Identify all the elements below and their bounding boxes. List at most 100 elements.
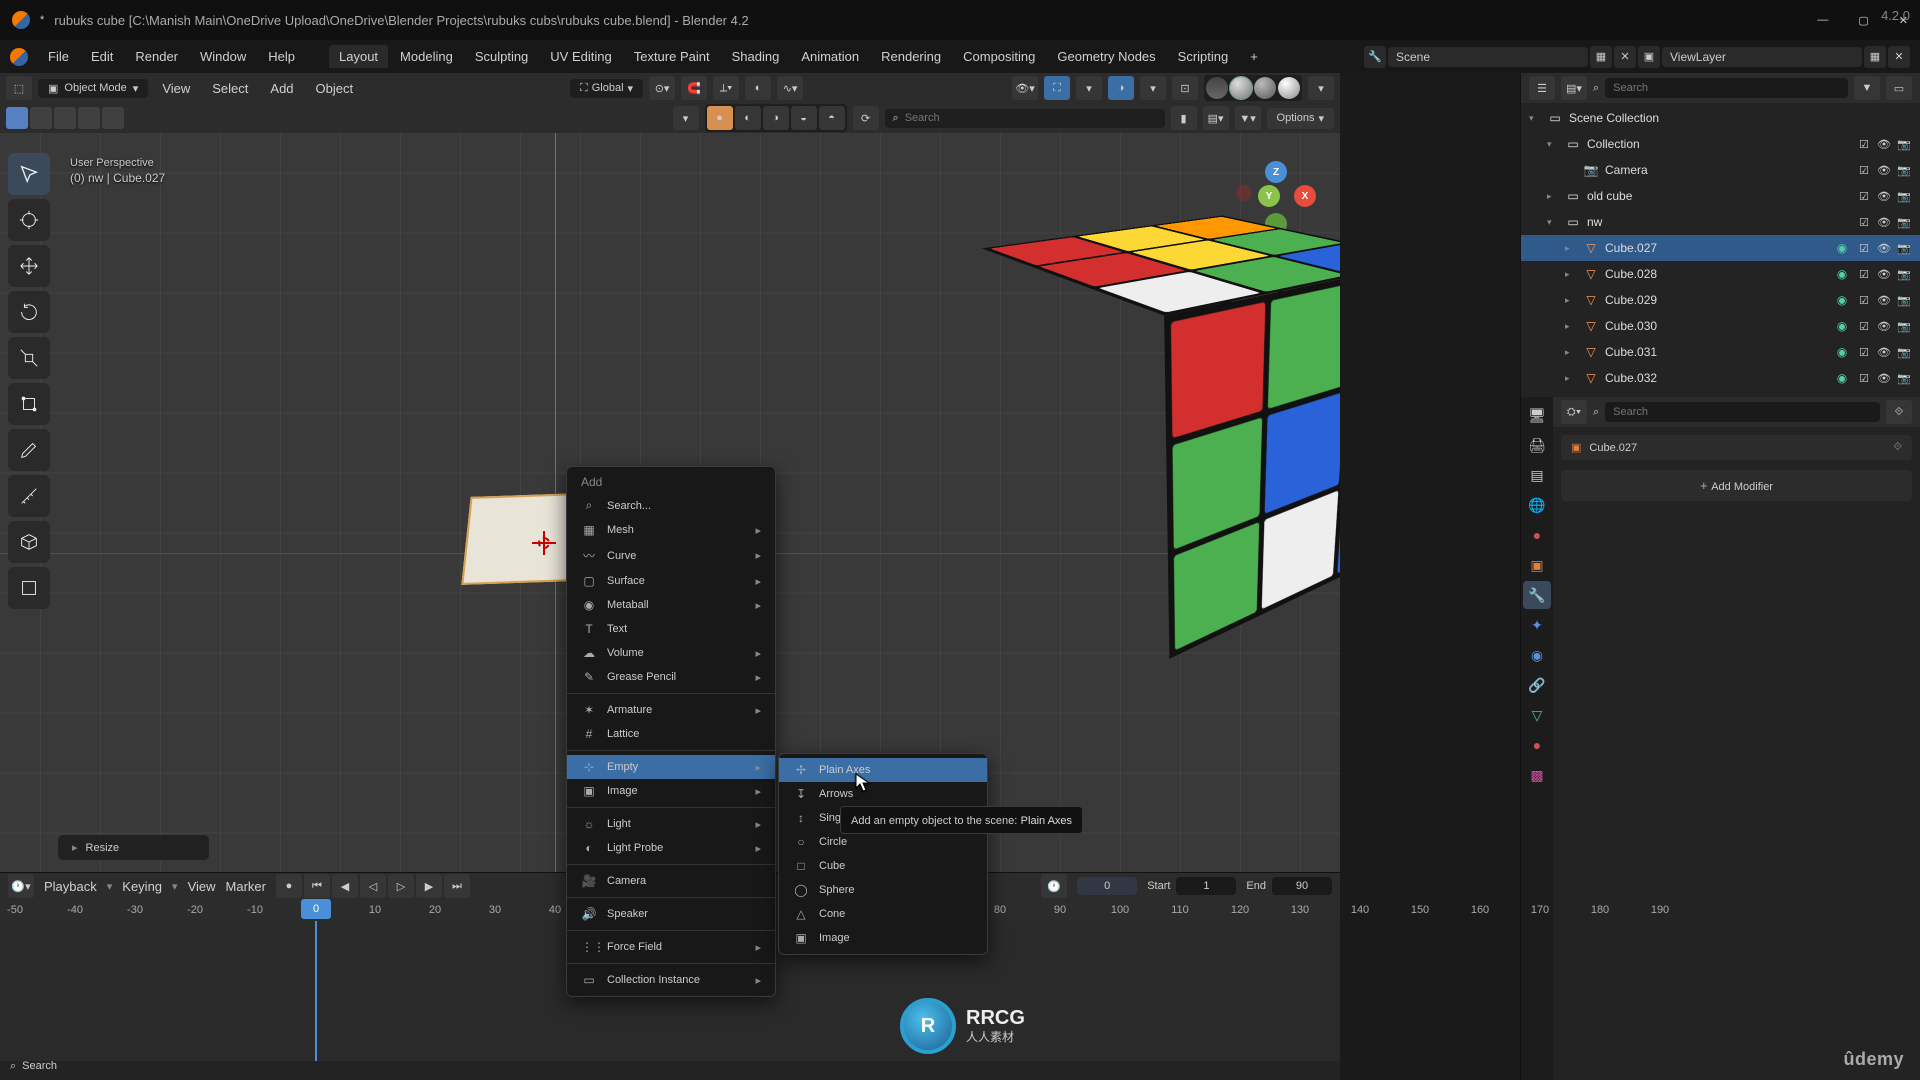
viewlayer-new[interactable]: ▦ xyxy=(1864,46,1886,68)
add-light-probe[interactable]: ◐Light Probe▸ xyxy=(567,836,775,860)
toggle-exclude[interactable]: ☑ xyxy=(1856,138,1872,151)
gizmo-y[interactable]: Y xyxy=(1258,185,1280,207)
empty-plain-axes[interactable]: ✢Plain Axes xyxy=(779,758,987,782)
tree-cube-032[interactable]: ▸▽Cube.032◉☑👁📷 xyxy=(1521,365,1920,391)
blender-menu-icon[interactable] xyxy=(10,48,28,66)
tree-collection[interactable]: ▾▭Collection☑👁📷 xyxy=(1521,131,1920,157)
tree-old-cube[interactable]: ▸▭old cube☑👁📷 xyxy=(1521,183,1920,209)
toggle-viewport[interactable]: 👁 xyxy=(1876,164,1892,177)
ws-modeling[interactable]: Modeling xyxy=(390,45,463,68)
asset-filter-1[interactable]: ● xyxy=(707,106,733,130)
add-menu-search[interactable]: ⌕Search... xyxy=(567,493,775,518)
add-volume[interactable]: ☁Volume▸ xyxy=(567,641,775,665)
gizmo-z[interactable]: Z xyxy=(1265,161,1287,183)
tree-scene-collection[interactable]: ▾▭ Scene Collection xyxy=(1521,105,1920,131)
toggle-viewport[interactable]: 👁 xyxy=(1876,242,1892,255)
ptab-render[interactable]: 🖥 xyxy=(1523,401,1551,429)
ws-compositing[interactable]: Compositing xyxy=(953,45,1045,68)
toggle-viewport[interactable]: 👁 xyxy=(1876,372,1892,385)
ws-animation[interactable]: Animation xyxy=(791,45,869,68)
sel-mode-5[interactable] xyxy=(102,107,124,129)
ws-scripting[interactable]: Scripting xyxy=(1168,45,1239,68)
scene-new[interactable]: ▦ xyxy=(1590,46,1612,68)
shading-rendered[interactable] xyxy=(1278,77,1300,99)
start-frame-input[interactable] xyxy=(1176,877,1236,895)
toggle-exclude[interactable]: ☑ xyxy=(1856,372,1872,385)
statusbar-search[interactable]: Search xyxy=(22,1060,57,1072)
empty-cube[interactable]: □Cube xyxy=(779,854,987,878)
outliner-type-icon[interactable]: ☰ xyxy=(1529,76,1555,100)
orientation-dropdown[interactable]: ⛶ Global ▾ xyxy=(570,79,643,98)
tl-menu-playback[interactable]: Playback xyxy=(44,879,97,894)
vp-menu-view[interactable]: View xyxy=(154,79,198,98)
empty-arrows[interactable]: ↧Arrows xyxy=(779,782,987,806)
active-object-row[interactable]: ▣ Cube.027 ⟐ xyxy=(1561,435,1912,460)
sel-mode-3[interactable] xyxy=(54,107,76,129)
tool-rotate[interactable] xyxy=(8,291,50,333)
toggle-exclude[interactable]: ☑ xyxy=(1856,216,1872,229)
scene-browse-icon[interactable]: 🔧 xyxy=(1364,46,1386,68)
gizmo-toggle[interactable]: ⛶ xyxy=(1044,76,1070,100)
toggle-render[interactable]: 📷 xyxy=(1896,216,1912,229)
toggle-render[interactable]: 📷 xyxy=(1896,190,1912,203)
end-frame-input[interactable] xyxy=(1272,877,1332,895)
menu-render[interactable]: Render xyxy=(125,45,188,68)
shading-solid[interactable] xyxy=(1230,77,1252,99)
viewport-search[interactable]: ⌕ xyxy=(885,109,1165,128)
options-dropdown[interactable]: Options ▾ xyxy=(1267,108,1334,129)
toggle-exclude[interactable]: ☑ xyxy=(1856,164,1872,177)
outliner-filter-icon[interactable]: ▼ xyxy=(1854,76,1880,100)
ptab-output[interactable]: 🖨 xyxy=(1523,431,1551,459)
ws-rendering[interactable]: Rendering xyxy=(871,45,951,68)
window-minimize[interactable]: — xyxy=(1817,14,1828,27)
timeline-type-icon[interactable]: 🕐▾ xyxy=(8,874,34,898)
tool-annotate[interactable] xyxy=(8,429,50,471)
asset-filter-4[interactable]: ◒ xyxy=(791,106,817,130)
props-pin-icon[interactable]: ⟐ xyxy=(1886,400,1912,424)
shading-matprev[interactable] xyxy=(1254,77,1276,99)
tl-menu-marker[interactable]: Marker xyxy=(226,879,266,894)
tool-select-box[interactable] xyxy=(8,153,50,195)
bookmark-icon[interactable]: ▮ xyxy=(1171,106,1197,130)
add-light[interactable]: ☼Light▸ xyxy=(567,812,775,836)
vp-menu-object[interactable]: Object xyxy=(308,79,362,98)
tl-menu-view[interactable]: View xyxy=(188,879,216,894)
add-surface[interactable]: ▢Surface▸ xyxy=(567,569,775,593)
toggle-render[interactable]: 📷 xyxy=(1896,164,1912,177)
scene-name-input[interactable] xyxy=(1396,50,1516,64)
outliner-new-coll-icon[interactable]: ▭ xyxy=(1886,76,1912,100)
asset-filter-2[interactable]: ◐ xyxy=(735,106,761,130)
asset-filter-3[interactable]: ◑ xyxy=(763,106,789,130)
tool-move[interactable] xyxy=(8,245,50,287)
add-metaball[interactable]: ◉Metaball▸ xyxy=(567,593,775,617)
toggle-render[interactable]: 📷 xyxy=(1896,294,1912,307)
current-frame-input[interactable] xyxy=(1077,877,1137,895)
overlay-dropdown[interactable]: ▾ xyxy=(1140,76,1166,100)
add-camera[interactable]: 🎥Camera xyxy=(567,869,775,893)
ptab-mesh[interactable]: ▽ xyxy=(1523,701,1551,729)
toggle-viewport[interactable]: 👁 xyxy=(1876,268,1892,281)
snap-dropdown[interactable]: ⟂▾ xyxy=(713,76,739,100)
asset-lib-icon[interactable]: ▤▾ xyxy=(1203,106,1229,130)
scene-field[interactable] xyxy=(1388,47,1588,67)
shading-wireframe[interactable] xyxy=(1206,77,1228,99)
tool-cursor[interactable] xyxy=(8,199,50,241)
add-empty[interactable]: ⊹Empty▸ xyxy=(567,755,775,779)
ptab-viewlayer[interactable]: ▤ xyxy=(1523,461,1551,489)
toggle-viewport[interactable]: 👁 xyxy=(1876,190,1892,203)
add-mesh[interactable]: ▦Mesh▸ xyxy=(567,518,775,542)
viewlayer-input[interactable] xyxy=(1670,50,1790,64)
propedit-toggle[interactable]: ◐ xyxy=(745,76,771,100)
toggle-render[interactable]: 📷 xyxy=(1896,138,1912,151)
refresh-icon[interactable]: ⟳ xyxy=(853,106,879,130)
menu-help[interactable]: Help xyxy=(258,45,305,68)
vp-menu-add[interactable]: Add xyxy=(262,79,301,98)
sel-mode-4[interactable] xyxy=(78,107,100,129)
playhead[interactable]: 0 xyxy=(315,921,317,1061)
tree-cube-028[interactable]: ▸▽Cube.028◉☑👁📷 xyxy=(1521,261,1920,287)
toggle-viewport[interactable]: 👁 xyxy=(1876,138,1892,151)
tool-transform[interactable] xyxy=(8,383,50,425)
clock-icon[interactable]: 🕐 xyxy=(1041,874,1067,898)
toggle-exclude[interactable]: ☑ xyxy=(1856,320,1872,333)
xray-toggle[interactable]: ⊡ xyxy=(1172,76,1198,100)
